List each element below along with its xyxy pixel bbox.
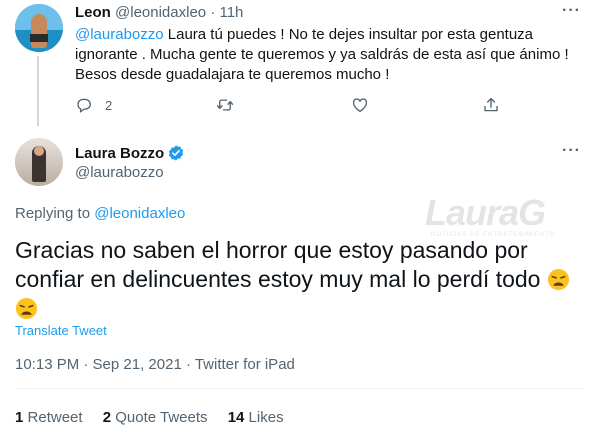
leon-avatar[interactable] — [15, 4, 63, 52]
likes-label: Likes — [248, 409, 284, 426]
reply-icon — [77, 98, 91, 113]
likes-stat[interactable]: 14 Likes — [228, 409, 284, 426]
reply-more-options-button[interactable]: ··· — [562, 2, 581, 20]
retweets-label: Retweet — [27, 409, 83, 426]
watermark-logo: LauraG NOTICIAS DE ENTRETENIMIENTO — [425, 192, 590, 242]
translate-tweet-link[interactable]: Translate Tweet — [15, 323, 107, 338]
share-button[interactable] — [482, 96, 500, 114]
watermark-text: LauraG — [425, 192, 546, 233]
reply-button[interactable]: 2 — [75, 96, 112, 114]
replying-to-handle-link[interactable]: @leonidaxleo — [94, 205, 185, 222]
main-body-text: Gracias no saben el horror que estoy pas… — [15, 237, 541, 292]
retweet-icon — [216, 99, 234, 111]
laura-avatar[interactable] — [15, 138, 63, 186]
main-tweet-author-row: Laura Bozzo — [75, 144, 185, 162]
engagement-stats: 1 Retweet 2 Quote Tweets 14 Likes — [15, 409, 300, 426]
share-icon — [484, 97, 498, 112]
reply-time-ago[interactable]: 11h — [219, 4, 243, 21]
likes-count: 14 — [227, 409, 245, 426]
quotes-count: 2 — [102, 409, 112, 426]
retweet-button[interactable] — [216, 96, 234, 114]
reply-author-handle[interactable]: @leonidaxleo — [115, 4, 206, 21]
divider — [15, 388, 585, 389]
reply-tweet-header: Leon @leonidaxleo · 11h — [75, 4, 243, 21]
reply-author-name[interactable]: Leon — [75, 4, 111, 21]
verified-badge-icon — [169, 145, 184, 161]
tweet-timestamp[interactable]: 10:13 PM · Sep 21, 2021 · Twitter for iP… — [15, 356, 295, 373]
weary-face-emoji — [15, 297, 38, 320]
reply-mention-link[interactable]: @laurabozzo — [75, 26, 164, 43]
quotes-label: Quote Tweets — [115, 409, 208, 426]
like-button[interactable] — [351, 96, 369, 114]
retweets-stat[interactable]: 1 Retweet — [15, 409, 83, 426]
weary-face-emoji — [547, 268, 569, 291]
like-icon — [352, 98, 368, 113]
main-tweet-text: Gracias no saben el horror que estoy pas… — [15, 236, 590, 323]
quote-tweets-stat[interactable]: 2 Quote Tweets — [103, 409, 208, 426]
main-more-options-button[interactable]: ··· — [562, 142, 581, 160]
reply-tweet-text: @laurabozzo Laura tú puedes ! No te deje… — [75, 25, 585, 85]
reply-count: 2 — [105, 97, 113, 113]
main-author-handle[interactable]: @laurabozzo — [75, 164, 164, 181]
header-separator: · — [210, 4, 216, 21]
thread-connector-line — [37, 56, 39, 126]
main-author-name[interactable]: Laura Bozzo — [75, 145, 164, 162]
replying-to-line: Replying to @leonidaxleo — [15, 205, 185, 222]
replying-to-label: Replying to — [15, 205, 95, 222]
retweets-count: 1 — [15, 409, 24, 426]
